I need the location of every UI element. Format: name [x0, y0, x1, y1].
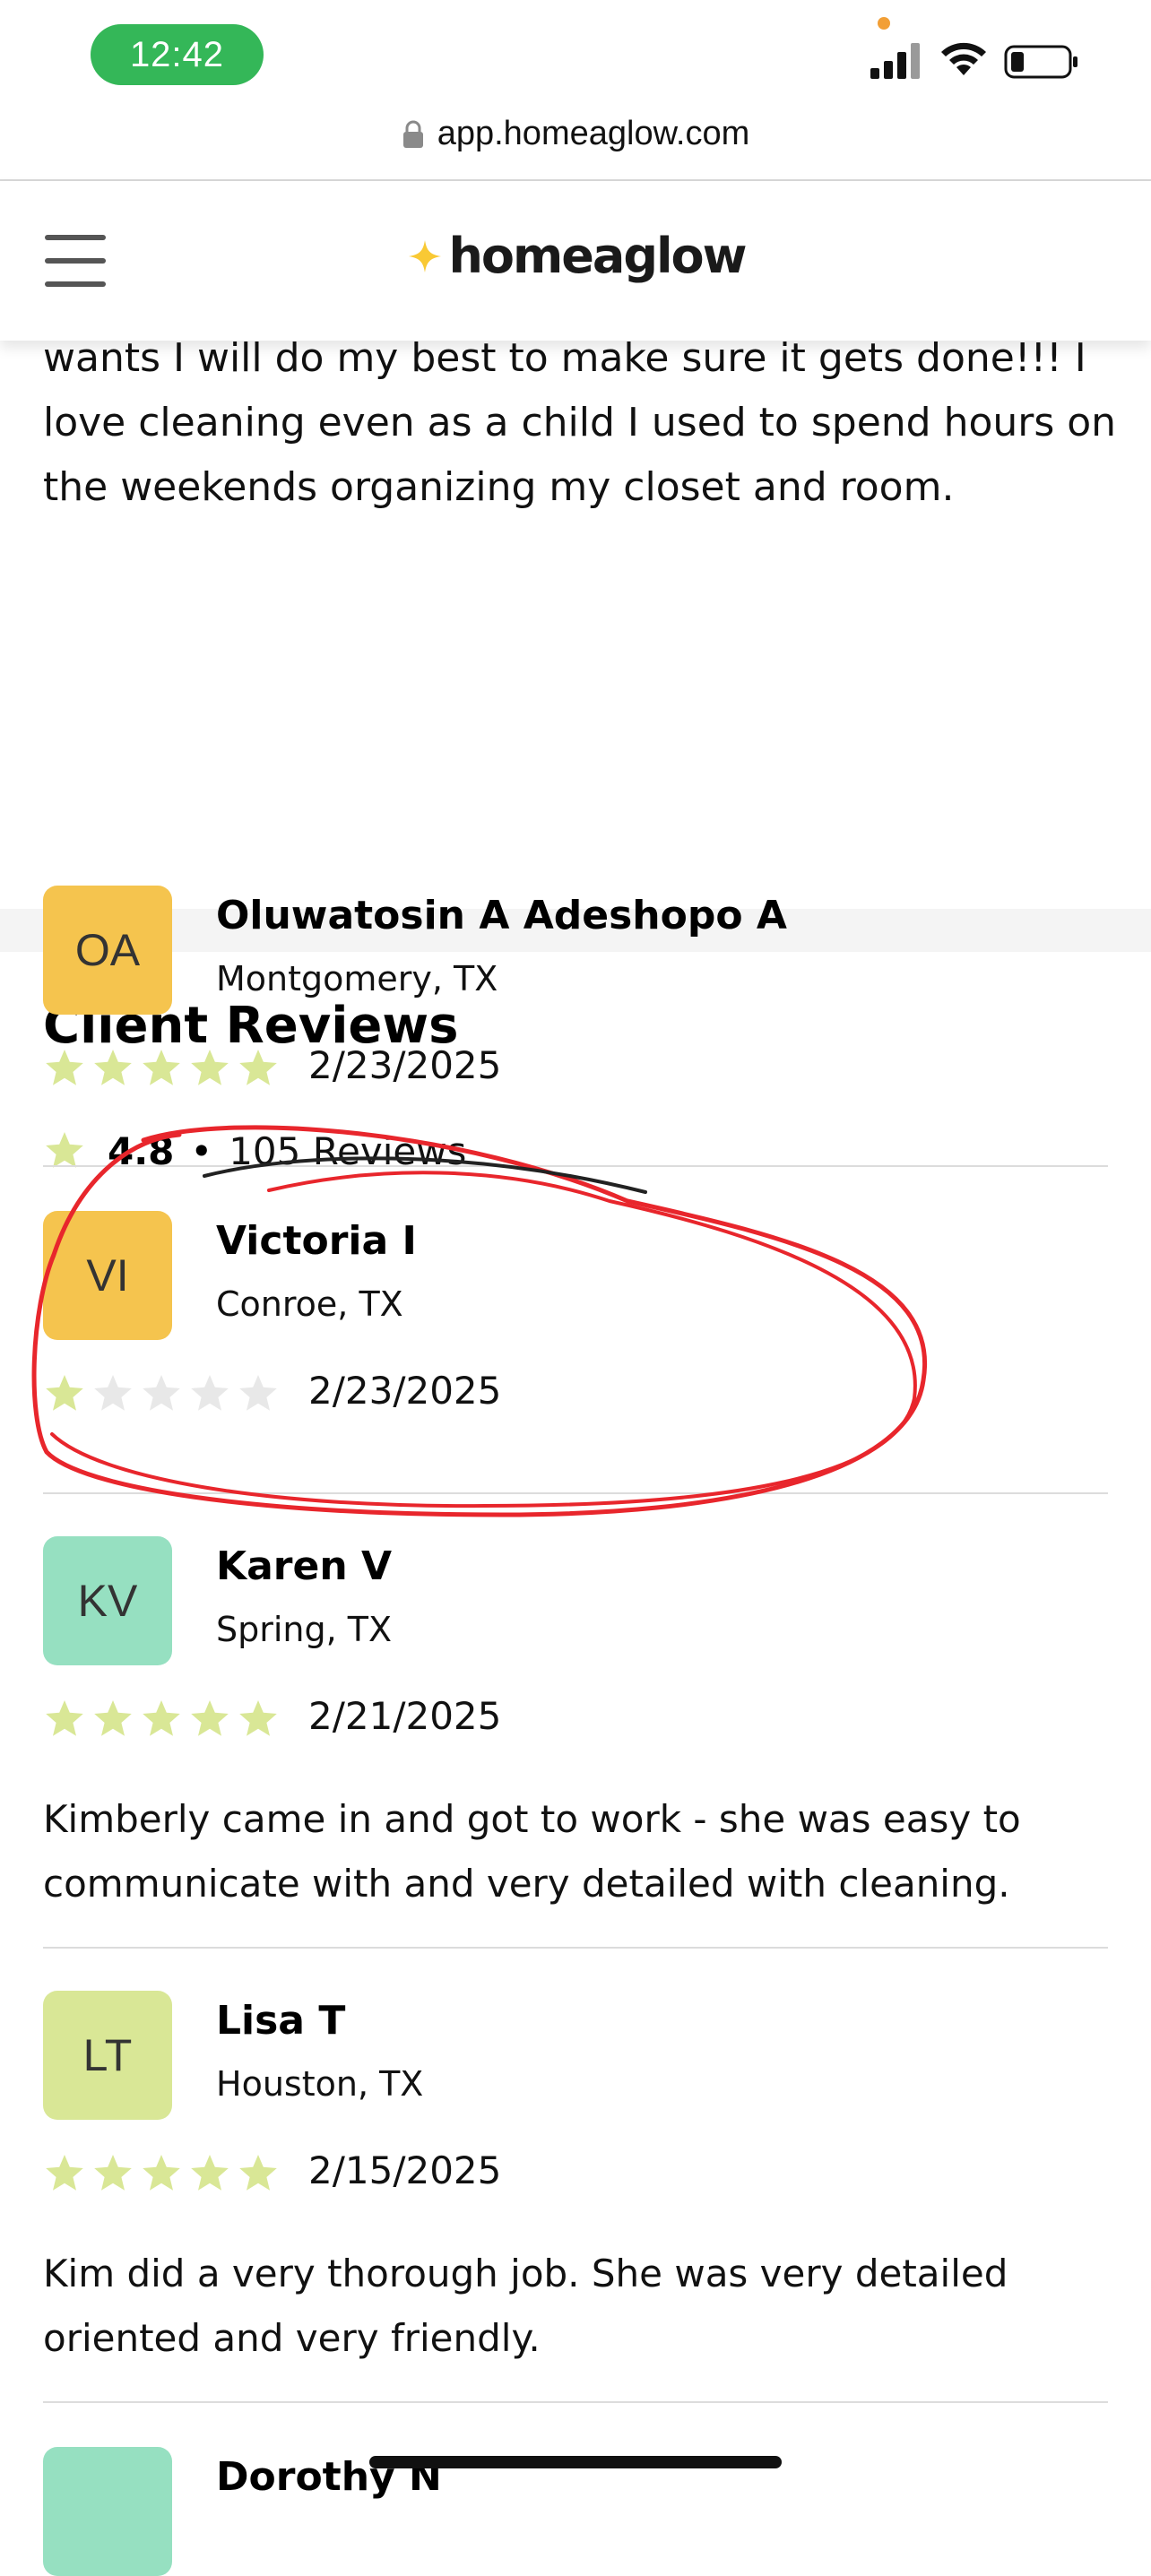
logo-text: homeaglow: [448, 228, 747, 284]
status-bar: 12:42: [0, 0, 1151, 108]
star-filled-icon: [239, 2155, 277, 2191]
reviewer-name: Oluwatosin A Adeshopo A: [216, 893, 787, 938]
star-empty-icon: [191, 1375, 229, 1411]
review-date: 2/15/2025: [308, 2148, 502, 2192]
star-filled-icon: [46, 1700, 83, 1736]
star-filled-icon: [239, 1050, 277, 1085]
star-filled-icon: [94, 1700, 132, 1736]
privacy-indicator-dot: [878, 17, 890, 30]
url-text[interactable]: app.homeaglow.com: [437, 115, 750, 153]
avatar: OA: [43, 886, 172, 1015]
avatar: KV: [43, 1536, 172, 1665]
homeaglow-logo[interactable]: homeaglow: [0, 228, 1151, 284]
star-filled-icon: [94, 2155, 132, 2191]
reviewer-location: Montgomery, TX: [216, 959, 498, 998]
reviewer-name: Lisa T: [216, 1998, 346, 2044]
star-rating: [43, 1047, 280, 1090]
app-header: homeaglow: [0, 181, 1151, 341]
star-filled-icon: [239, 1700, 277, 1736]
browser-url-bar[interactable]: app.homeaglow.com: [0, 108, 1151, 181]
review-date: 2/21/2025: [308, 1694, 502, 1738]
reviewer-name: Karen V: [216, 1543, 393, 1589]
home-indicator[interactable]: [369, 2456, 782, 2468]
review-date: 2/23/2025: [308, 1369, 502, 1413]
review-date: 2/23/2025: [308, 1043, 502, 1087]
star-filled-icon: [143, 1700, 180, 1736]
avatar: VI: [43, 1211, 172, 1340]
star-filled-icon: [143, 2155, 180, 2191]
status-time[interactable]: 12:42: [91, 24, 264, 85]
star-rating: [43, 2152, 280, 2195]
review-divider: [43, 1492, 1108, 1494]
star-empty-icon: [143, 1375, 180, 1411]
reviewer-location: Houston, TX: [216, 2064, 424, 2104]
lock-icon: [402, 120, 423, 148]
review-divider: [43, 1947, 1108, 1949]
battery-icon: [1004, 45, 1077, 79]
star-filled-icon: [46, 2155, 83, 2191]
star-filled-icon: [191, 1700, 229, 1736]
star-filled-icon: [191, 1050, 229, 1085]
review-divider: [43, 1165, 1108, 1167]
star-rating: [43, 1372, 280, 1415]
reviewer-location: Conroe, TX: [216, 1284, 403, 1324]
star-filled-icon: [46, 1050, 83, 1085]
star-filled-icon: [143, 1050, 180, 1085]
review-text: Kimberly came in and got to work - she w…: [43, 1797, 1021, 1906]
star-filled-icon: [94, 1050, 132, 1085]
reviewer-location: Spring, TX: [216, 1610, 393, 1649]
star-filled-icon: [46, 1375, 83, 1411]
reviewer-name: Victoria I: [216, 1218, 417, 1264]
review-divider: [43, 2401, 1108, 2403]
review-text: Kim did a very thorough job. She was ver…: [43, 2252, 1008, 2360]
star-empty-icon: [239, 1375, 277, 1411]
rating-summary: 4.8 • 105 Reviews: [43, 1122, 466, 1180]
avatar: [43, 2447, 172, 2576]
cellular-signal-icon: [870, 43, 920, 79]
star-empty-icon: [94, 1375, 132, 1411]
star-filled-icon: [191, 2155, 229, 2191]
avatar: LT: [43, 1991, 172, 2120]
star-rating: [43, 1698, 280, 1741]
wifi-icon: [941, 42, 986, 75]
sparkle-icon: [409, 239, 442, 272]
cleaner-bio-text: wants I will do my best to make sure it …: [43, 335, 1117, 510]
